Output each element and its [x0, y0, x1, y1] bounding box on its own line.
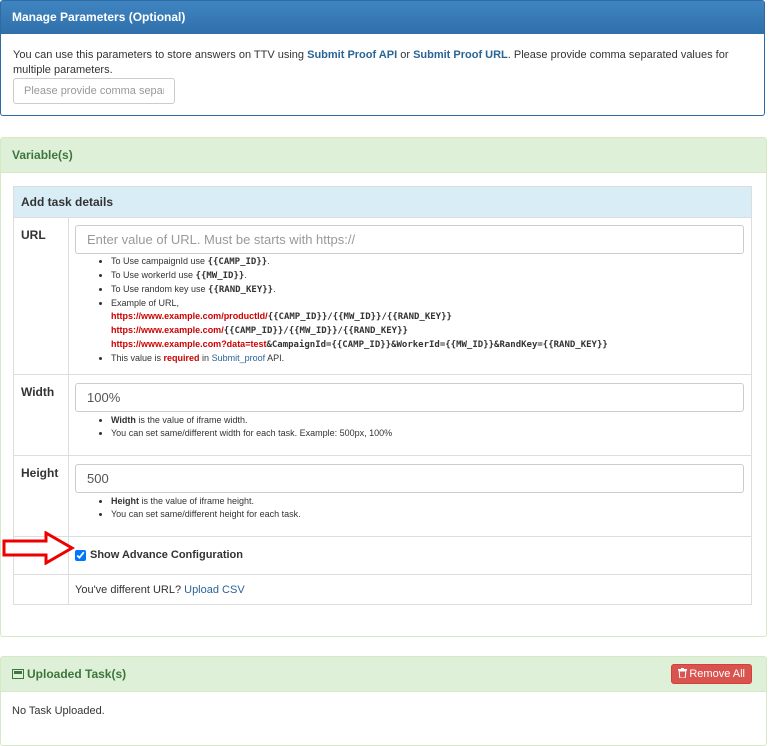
no-task-message: No Task Uploaded.: [12, 705, 105, 717]
list-item: To Use workerId use {{MW_ID}}.: [111, 269, 608, 283]
uploaded-tasks-title: Uploaded Task(s): [27, 667, 127, 681]
upload-csv-link[interactable]: Upload CSV: [184, 584, 245, 596]
advance-config-row: Show Advance Configuration: [2, 531, 751, 574]
manage-parameters-title: Manage Parameters (Optional): [1, 1, 764, 34]
url-row: URL To Use campaignId use {{CAMP_ID}}. T…: [14, 217, 751, 374]
parameters-input[interactable]: [13, 78, 175, 104]
list-item: This value is required in Submit_proof A…: [111, 352, 608, 365]
width-label: Width: [21, 385, 55, 399]
list-item: To Use campaignId use {{CAMP_ID}}.: [111, 255, 608, 269]
manage-parameters-description: You can use this parameters to store ans…: [13, 49, 729, 76]
task-details-table: Add task details URL To Use campaignId u…: [2, 186, 752, 605]
list-item: Width is the value of iframe width.: [111, 414, 392, 427]
remove-all-button[interactable]: Remove All: [671, 664, 752, 684]
red-arrow-icon: [2, 531, 76, 565]
list-item: You can set same/different height for ea…: [111, 508, 301, 521]
width-help-list: Width is the value of iframe width. You …: [75, 414, 392, 440]
uploaded-tasks-header: Uploaded Task(s) Remove All: [1, 657, 766, 692]
submit-proof-url-link[interactable]: Submit Proof URL: [413, 49, 508, 61]
show-advance-configuration[interactable]: Show Advance Configuration: [75, 549, 243, 561]
submit-proof-api-link[interactable]: Submit Proof API: [307, 49, 397, 61]
variables-title: Variable(s): [1, 138, 766, 173]
list-item: To Use random key use {{RAND_KEY}}.: [111, 283, 608, 297]
trash-icon: [678, 668, 688, 679]
list-item: You can set same/different width for eac…: [111, 427, 392, 440]
csv-text: You've different URL? Upload CSV: [75, 584, 245, 596]
uploaded-tasks-panel: Uploaded Task(s) Remove All No Task Uplo…: [0, 656, 767, 746]
submit-proof-link[interactable]: Submit_proof: [212, 353, 266, 363]
url-label: URL: [21, 228, 46, 242]
csv-row: You've different URL? Upload CSV: [14, 574, 751, 604]
url-help-list: To Use campaignId use {{CAMP_ID}}. To Us…: [75, 255, 608, 365]
width-row: Width Width is the value of iframe width…: [14, 374, 751, 455]
height-help-list: Height is the value of iframe height. Yo…: [75, 495, 301, 521]
task-details-header: Add task details: [14, 187, 751, 218]
url-input[interactable]: [75, 225, 744, 254]
height-row: Height Height is the value of iframe hei…: [14, 455, 751, 536]
height-input[interactable]: [75, 464, 744, 493]
list-item: Example of URL, https://www.example.com/…: [111, 297, 608, 352]
advance-config-checkbox[interactable]: [75, 549, 86, 561]
width-input[interactable]: [75, 383, 744, 412]
list-item: Height is the value of iframe height.: [111, 495, 301, 508]
height-label: Height: [21, 466, 59, 480]
tray-icon: [12, 669, 24, 679]
